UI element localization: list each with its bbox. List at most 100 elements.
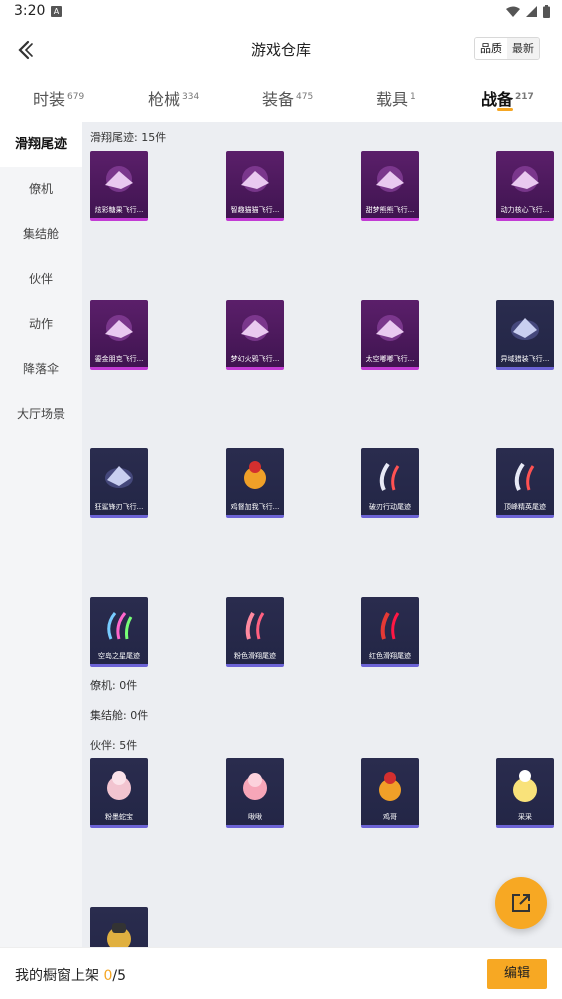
section-title-partner: 伙伴: 5件 — [90, 739, 138, 752]
item-name: 太空嘟嘟飞行... — [365, 355, 415, 363]
bottom-bar: 我的橱窗上架 0/5 编辑 — [0, 947, 562, 999]
trail-icon — [514, 462, 535, 491]
showcase-label: 我的橱窗上架 — [15, 968, 99, 984]
share-fab-button[interactable] — [495, 877, 547, 929]
candy-glider-icon — [105, 166, 133, 192]
tab-label: 载具 — [376, 90, 409, 109]
glide-item-card[interactable]: 鸡督加我飞行... — [226, 448, 284, 518]
status-time: 3:20 — [14, 3, 46, 19]
item-name: 空岛之星尾迹 — [98, 652, 140, 660]
glide-item-card[interactable]: 炫彩糖果飞行... — [90, 151, 148, 221]
glide-item-card[interactable]: 动力核心飞行... — [496, 151, 554, 221]
chicken-glider-icon — [244, 461, 266, 489]
partner-item-card[interactable]: 鸡哥 — [361, 758, 419, 828]
section-title-wingman: 僚机: 0件 — [90, 679, 138, 692]
tab-label: 装备 — [262, 90, 295, 109]
rainbow-trail-icon — [107, 612, 133, 640]
space-glider-icon — [376, 315, 404, 341]
section-title-glide: 滑翔尾迹: 15件 — [90, 131, 167, 144]
active-tab-indicator — [497, 108, 513, 111]
sidebar-item-emote[interactable]: 动作 — [0, 302, 82, 347]
item-name: 智趣猫猫飞行... — [230, 206, 280, 214]
sidebar-item-assembly-pod[interactable]: 集结舱 — [0, 212, 82, 257]
showcase-status: 我的橱窗上架 0/5 — [15, 965, 126, 985]
item-name: 甜梦熊熊飞行... — [365, 206, 415, 214]
tab-battle-prep[interactable]: 战备 217 — [481, 86, 534, 110]
glide-item-card[interactable]: 智趣猫猫飞行... — [226, 151, 284, 221]
sidebar-item-wingman[interactable]: 僚机 — [0, 167, 82, 212]
item-content: 滑翔尾迹: 15件 炫彩糖果飞行... 智趣猫猫飞行... 甜梦熊熊飞行... 动力核… — [82, 122, 562, 947]
partner-item-card[interactable] — [90, 907, 148, 947]
sidebar: 滑翔尾迹 僚机 集结舱 伙伴 动作 降落伞 大厅场景 — [0, 122, 82, 947]
partner-item-card[interactable]: 粉墨蛇宝 — [90, 758, 148, 828]
showcase-total: /5 — [112, 968, 126, 984]
tab-fashion[interactable]: 时装 679 — [33, 86, 84, 110]
glide-item-card[interactable]: 红色滑翔尾迹 — [361, 597, 419, 667]
glide-item-card[interactable]: 太空嘟嘟飞行... — [361, 300, 419, 370]
knight-partner-icon — [107, 923, 131, 947]
wifi-icon — [506, 6, 520, 17]
notification-icon: A — [51, 6, 62, 17]
sidebar-item-parachute[interactable]: 降落伞 — [0, 347, 82, 392]
exotic-glider-icon — [511, 318, 539, 340]
sort-quality-button[interactable]: 品质 — [475, 38, 507, 59]
app-header: 游戏仓库 品质 最新 — [0, 24, 562, 76]
tab-count: 334 — [182, 92, 200, 102]
glide-item-card[interactable]: 空岛之星尾迹 — [90, 597, 148, 667]
share-external-icon — [512, 894, 530, 912]
shark-glider-icon — [105, 466, 133, 488]
snake-partner-icon — [107, 771, 131, 800]
status-bar: 3:20 A — [0, 0, 562, 24]
tab-weapons[interactable]: 枪械 334 — [148, 86, 199, 110]
tab-label: 战备 — [481, 90, 514, 109]
bear-glider-icon — [376, 166, 404, 192]
glide-item-card[interactable]: 鎏金朋克飞行... — [90, 300, 148, 370]
glide-item-card[interactable]: 甜梦熊熊飞行... — [361, 151, 419, 221]
item-name: 破刃行动尾迹 — [369, 503, 411, 511]
glide-item-card[interactable]: 异域猎装飞行... — [496, 300, 554, 370]
item-name: 狂鲨锋刃飞行... — [94, 503, 144, 511]
tab-equipment[interactable]: 装备 475 — [262, 86, 313, 110]
signal-icon — [526, 5, 537, 17]
punk-glider-icon — [105, 315, 133, 341]
item-name: 鎏金朋克飞行... — [94, 355, 144, 363]
sidebar-item-partner[interactable]: 伙伴 — [0, 257, 82, 302]
core-glider-icon — [511, 166, 539, 192]
sidebar-item-glide-trail[interactable]: 滑翔尾迹 — [0, 122, 82, 167]
sort-newest-button[interactable]: 最新 — [507, 38, 539, 59]
item-name: 鸡哥 — [383, 813, 397, 821]
partner-item-card[interactable]: 啾啾 — [226, 758, 284, 828]
pig-partner-icon — [243, 773, 267, 800]
section-title-assembly: 集结舱: 0件 — [90, 709, 149, 722]
item-name: 采采 — [518, 813, 532, 821]
battery-icon — [543, 4, 550, 18]
glide-item-card[interactable]: 破刃行动尾迹 — [361, 448, 419, 518]
item-name: 炫彩糖果飞行... — [94, 206, 144, 214]
sidebar-item-lobby-scene[interactable]: 大厅场景 — [0, 392, 82, 437]
glide-item-card[interactable]: 狂鲨锋刃飞行... — [90, 448, 148, 518]
chicken-partner-icon — [379, 772, 401, 801]
glide-item-card[interactable]: 梦幻火鸦飞行... — [226, 300, 284, 370]
status-icons — [506, 3, 550, 19]
item-name: 顶峰精英尾迹 — [504, 503, 546, 511]
item-name: 红色滑翔尾迹 — [369, 652, 411, 660]
tab-vehicles[interactable]: 载具 1 — [376, 86, 416, 110]
glide-item-card[interactable]: 粉色滑翔尾迹 — [226, 597, 284, 667]
tab-count: 217 — [515, 92, 534, 102]
crow-glider-icon — [241, 315, 269, 341]
category-tabs: 时装 679 枪械 334 装备 475 载具 1 战备 217 — [0, 76, 562, 122]
edit-button[interactable]: 编辑 — [487, 959, 547, 989]
item-name: 啾啾 — [248, 813, 262, 821]
pink-trail-icon — [245, 612, 265, 640]
tab-count: 475 — [296, 92, 314, 102]
item-name: 粉墨蛇宝 — [105, 813, 133, 821]
tab-label: 时装 — [33, 90, 66, 109]
trail-icon — [379, 462, 400, 491]
cat-glider-icon — [241, 166, 269, 192]
tab-label: 枪械 — [148, 90, 181, 109]
partner-item-card[interactable]: 采采 — [496, 758, 554, 828]
chick-partner-icon — [513, 770, 537, 802]
sort-toggle: 品质 最新 — [474, 37, 540, 60]
glide-item-card[interactable]: 顶峰精英尾迹 — [496, 448, 554, 518]
red-trail-icon — [380, 612, 400, 640]
